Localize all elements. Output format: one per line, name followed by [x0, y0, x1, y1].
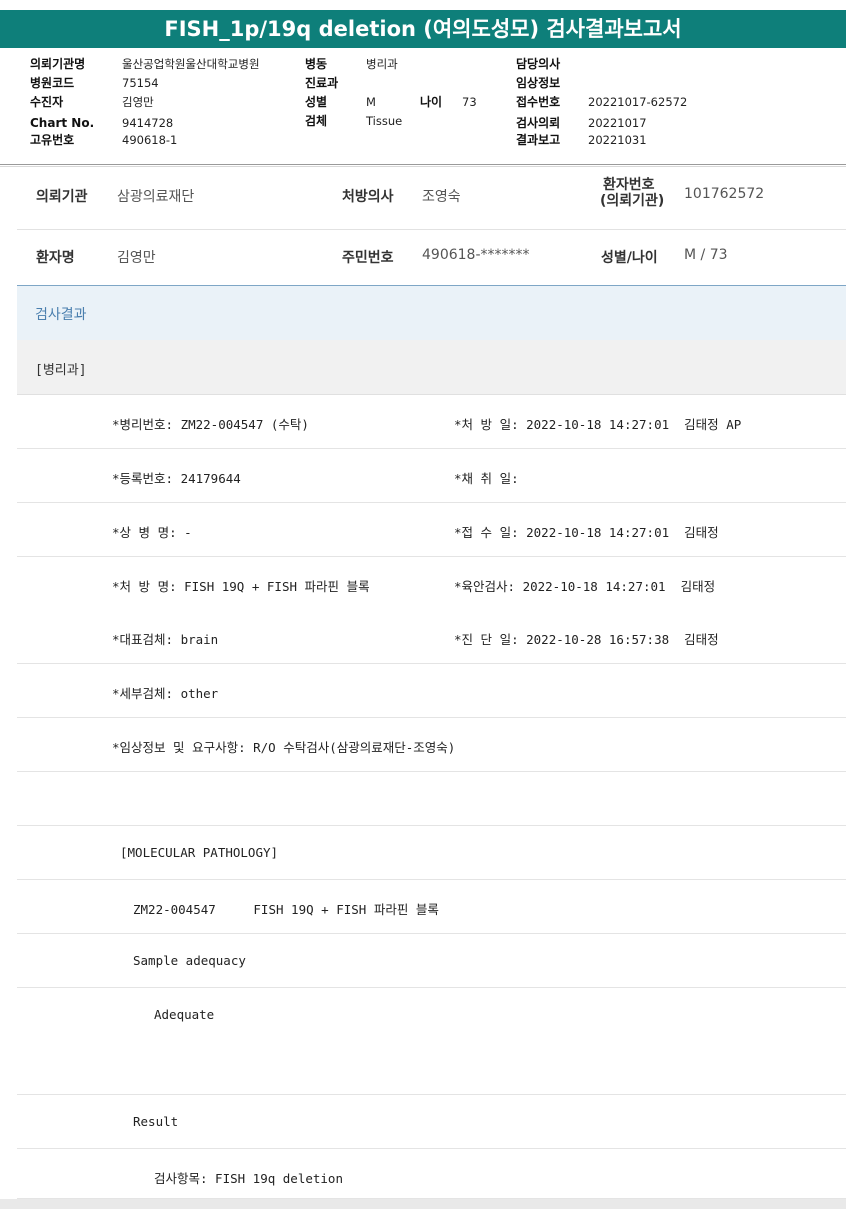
result-row-left: *처 방 명: FISH 19Q + FISH 파라핀 블록	[112, 579, 370, 594]
result-row: *대표검체: brain *진 단 일: 2022-10-28 16:57:38…	[17, 610, 846, 664]
rrn-label: 주민번호	[342, 250, 394, 266]
header-value: M	[366, 95, 376, 109]
result-row: *처 방 명: FISH 19Q + FISH 파라핀 블록 *육안검사: 20…	[17, 557, 846, 611]
result-row-left: *임상정보 및 요구사항: R/O 수탁검사(삼광의료재단-조영숙)	[112, 740, 456, 755]
result-line	[17, 1041, 846, 1095]
result-line: [MOLECULAR PATHOLOGY]	[17, 826, 846, 880]
doctor-value: 조영숙	[422, 189, 461, 205]
result-row-left: *등록번호: 24179644	[112, 471, 241, 486]
result-line: Sample adequacy	[17, 934, 846, 988]
header-value: 75154	[122, 76, 159, 90]
patient-name-value: 김영만	[117, 250, 156, 266]
report-title: FISH_1p/19q deletion (여의도성모) 검사결과보고서	[0, 10, 846, 48]
header-label: 병동	[305, 57, 328, 71]
header-value: 김영만	[122, 95, 154, 109]
header-divider	[0, 164, 846, 165]
header-label: 검사의뢰	[516, 116, 561, 130]
result-row-right: *육안검사: 2022-10-18 14:27:01 김태정	[454, 579, 716, 594]
doctor-label: 처방의사	[342, 189, 394, 205]
patient-no-sublabel: (의뢰기관)	[600, 193, 665, 209]
header-label: 성별	[305, 95, 328, 109]
header-value: Tissue	[366, 114, 403, 128]
institution-value: 삼광의료재단	[117, 189, 195, 205]
result-line-text: ZM22-004547 FISH 19Q + FISH 파라핀 블록	[133, 902, 439, 917]
header-value: 울산공업학원울산대학교병원	[122, 57, 260, 71]
institution-label: 의뢰기관	[36, 189, 88, 205]
header-label: 임상정보	[516, 76, 561, 90]
result-row: *병리번호: ZM22-004547 (수탁) *처 방 일: 2022-10-…	[17, 395, 846, 449]
header-value: 20221017-62572	[588, 95, 688, 109]
result-row: *등록번호: 24179644 *채 취 일:	[17, 449, 846, 503]
department-row: [병리과]	[17, 340, 846, 395]
result-row-right: *채 취 일:	[454, 471, 519, 486]
result-line: 검사항목: FISH 19q deletion	[17, 1149, 846, 1199]
age-label: 나이	[420, 95, 443, 109]
header-label: 수진자	[30, 95, 64, 109]
result-row-right: *처 방 일: 2022-10-18 14:27:01 김태정 AP	[454, 417, 742, 432]
result-line: Result	[17, 1095, 846, 1149]
result-row-right: *접 수 일: 2022-10-18 14:27:01 김태정	[454, 525, 719, 540]
results-section-title: 검사결과	[35, 307, 87, 323]
header-label: 접수번호	[516, 95, 561, 109]
header-value: 9414728	[122, 116, 174, 130]
rrn-value: 490618-*******	[422, 247, 530, 263]
results-section-header: 검사결과	[17, 285, 846, 341]
result-row: *세부검체: other	[17, 664, 846, 718]
patient-no-label: 환자번호	[603, 177, 655, 193]
header-label: 담당의사	[516, 57, 561, 71]
result-line-text: Result	[133, 1114, 179, 1129]
header-value: 20221017	[588, 116, 647, 130]
patient-info-row-1: 의뢰기관 삼광의료재단 처방의사 조영숙 환자번호 (의뢰기관) 1017625…	[17, 167, 846, 230]
report-header-info: 의뢰기관명 울산공업학원울산대학교병원 병원코드 75154 수진자 김영만 C…	[0, 50, 846, 165]
result-line-text: [MOLECULAR PATHOLOGY]	[120, 845, 279, 860]
result-line-text: Adequate	[154, 1007, 215, 1022]
header-value: 20221031	[588, 133, 647, 147]
result-row-left: *상 병 명: -	[112, 525, 192, 540]
sex-age-value: M / 73	[684, 247, 728, 263]
header-label: Chart No.	[30, 116, 95, 130]
result-line-text: Sample adequacy	[133, 953, 246, 968]
result-row: *상 병 명: - *접 수 일: 2022-10-18 14:27:01 김태…	[17, 503, 846, 557]
result-line: Adequate	[17, 988, 846, 1042]
header-label: 결과보고	[516, 133, 561, 147]
header-label: 고유번호	[30, 133, 75, 147]
result-row: *임상정보 및 요구사항: R/O 수탁검사(삼광의료재단-조영숙)	[17, 718, 846, 772]
patient-no-value: 101762572	[684, 186, 765, 202]
bottom-scroll-strip	[0, 1199, 846, 1209]
result-row-right: *진 단 일: 2022-10-28 16:57:38 김태정	[454, 632, 719, 647]
age-value: 73	[462, 95, 477, 109]
header-label: 의뢰기관명	[30, 57, 86, 71]
result-line: ZM22-004547 FISH 19Q + FISH 파라핀 블록	[17, 880, 846, 934]
header-label: 진료과	[305, 76, 339, 90]
header-label: 병원코드	[30, 76, 75, 90]
patient-name-label: 환자명	[36, 250, 75, 266]
result-line-text: 검사항목: FISH 19q deletion	[154, 1171, 343, 1186]
header-value: 490618-1	[122, 133, 178, 147]
result-row-left: *세부검체: other	[112, 686, 219, 701]
result-row-left: *대표검체: brain	[112, 632, 219, 647]
sex-age-label: 성별/나이	[601, 250, 658, 266]
patient-info-row-2: 환자명 김영만 주민번호 490618-******* 성별/나이 M / 73	[17, 230, 846, 284]
header-label: 검체	[305, 114, 328, 128]
result-row-left: *병리번호: ZM22-004547 (수탁)	[112, 417, 309, 432]
department-label: [병리과]	[35, 363, 87, 378]
result-line	[17, 772, 846, 826]
header-value: 병리과	[366, 57, 398, 71]
